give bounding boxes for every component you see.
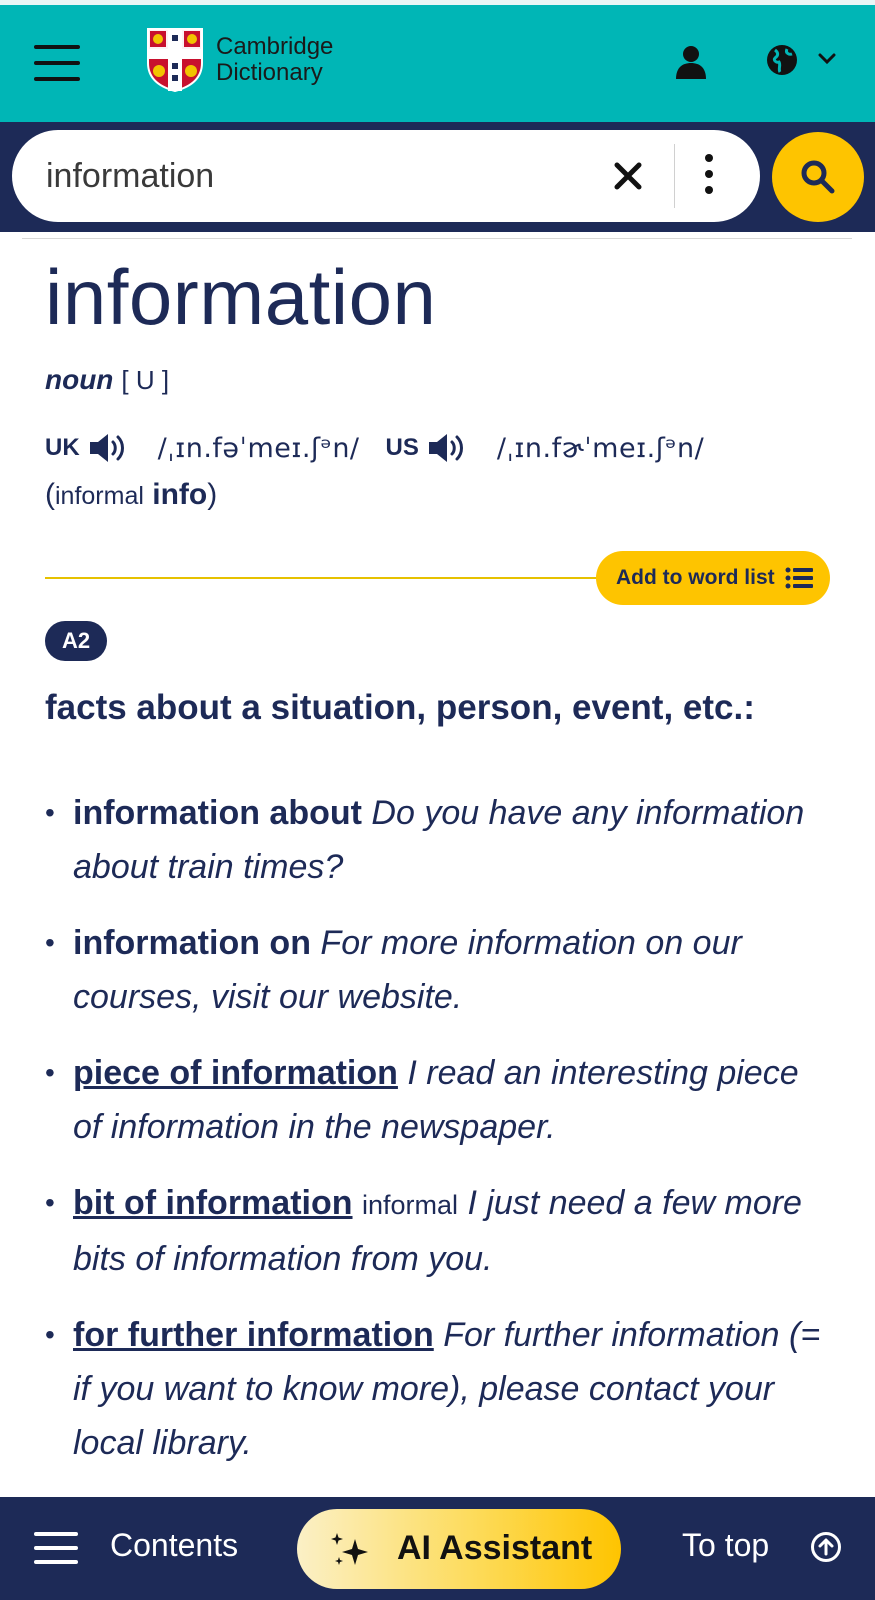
example-phrase-link[interactable]: for further information	[73, 1316, 434, 1354]
arrow-up-circle-icon[interactable]	[810, 1531, 842, 1563]
uk-pronunciation: /ˌɪn.fəˈmeɪ.ʃᵊn/	[157, 432, 360, 464]
example-phrase-link[interactable]: bit of information	[73, 1184, 353, 1222]
variant-close-paren: )	[207, 478, 218, 511]
example-item: • information on For more information on…	[45, 916, 835, 1024]
search-divider	[674, 144, 675, 208]
top-header: Cambridge Dictionary	[0, 0, 875, 122]
part-of-speech-line: noun[ U ]	[45, 364, 169, 396]
logo-line-1: Cambridge	[216, 33, 334, 60]
bottom-bar: Contents AI Assistant To top	[0, 1497, 875, 1600]
variant-form: (informal info)	[45, 478, 217, 512]
bullet: •	[45, 797, 55, 828]
variant-word: info	[152, 478, 208, 511]
pronunciation-line: UK /ˌɪn.fəˈmeɪ.ʃᵊn/ US /ˌɪn.fɚˈmeɪ.ʃᵊn/	[45, 428, 704, 468]
vertical-dots-icon[interactable]	[698, 152, 720, 196]
entry-divider	[45, 577, 645, 579]
examples-list: • information about Do you have any info…	[45, 786, 835, 1492]
uk-audio-speaker-icon[interactable]	[88, 431, 130, 465]
contents-button[interactable]: Contents	[110, 1527, 238, 1564]
cefr-level-badge: A2	[45, 621, 107, 661]
user-icon[interactable]	[675, 45, 707, 79]
search-box	[12, 130, 760, 222]
cambridge-shield-icon	[147, 28, 203, 93]
example-phrase-link[interactable]: piece of information	[73, 1054, 398, 1092]
to-top-button[interactable]: To top	[682, 1527, 769, 1564]
chevron-down-icon[interactable]	[818, 52, 836, 66]
headword: information	[45, 253, 437, 341]
globe-icon[interactable]	[766, 43, 798, 77]
us-pronunciation: /ˌɪn.fɚˈmeɪ.ʃᵊn/	[496, 432, 705, 464]
us-label: US	[385, 434, 419, 461]
example-item: • for further information For further in…	[45, 1308, 835, 1470]
register-label: informal	[361, 1190, 458, 1220]
example-item: • bit of information informal I just nee…	[45, 1176, 835, 1286]
search-button[interactable]	[772, 132, 864, 222]
bullet: •	[45, 927, 55, 958]
cambridge-logo[interactable]: Cambridge Dictionary	[146, 27, 333, 93]
add-to-word-list-label: Add to word list	[616, 566, 775, 589]
grammar-code: [ U ]	[121, 365, 170, 395]
close-icon[interactable]	[612, 160, 644, 192]
logo-text: Cambridge Dictionary	[216, 34, 333, 86]
sparkle-icon	[331, 1533, 368, 1565]
variant-register: informal	[55, 482, 144, 510]
example-phrase: information about	[73, 794, 362, 832]
bullet: •	[45, 1187, 55, 1218]
definition: facts about a situation, person, event, …	[45, 688, 755, 727]
hamburger-menu-icon[interactable]	[34, 45, 80, 81]
divider	[22, 238, 852, 239]
bullet: •	[45, 1057, 55, 1088]
add-to-word-list-button[interactable]: Add to word list	[596, 551, 830, 605]
ai-assistant-button[interactable]: AI Assistant	[297, 1509, 621, 1589]
part-of-speech: noun	[45, 364, 114, 395]
example-item: • information about Do you have any info…	[45, 786, 835, 894]
us-audio-speaker-icon[interactable]	[427, 431, 469, 465]
variant-open-paren: (	[45, 478, 55, 511]
search-bar	[0, 122, 875, 232]
example-phrase: information on	[73, 924, 311, 962]
search-icon	[801, 160, 835, 194]
ai-assistant-label: AI Assistant	[397, 1529, 593, 1567]
list-icon	[785, 567, 813, 589]
example-item: • piece of information I read an interes…	[45, 1046, 835, 1154]
search-input[interactable]	[46, 150, 566, 202]
logo-line-2: Dictionary	[216, 59, 323, 86]
bullet: •	[45, 1319, 55, 1350]
uk-label: UK	[45, 434, 80, 461]
contents-menu-icon[interactable]	[34, 1532, 78, 1564]
